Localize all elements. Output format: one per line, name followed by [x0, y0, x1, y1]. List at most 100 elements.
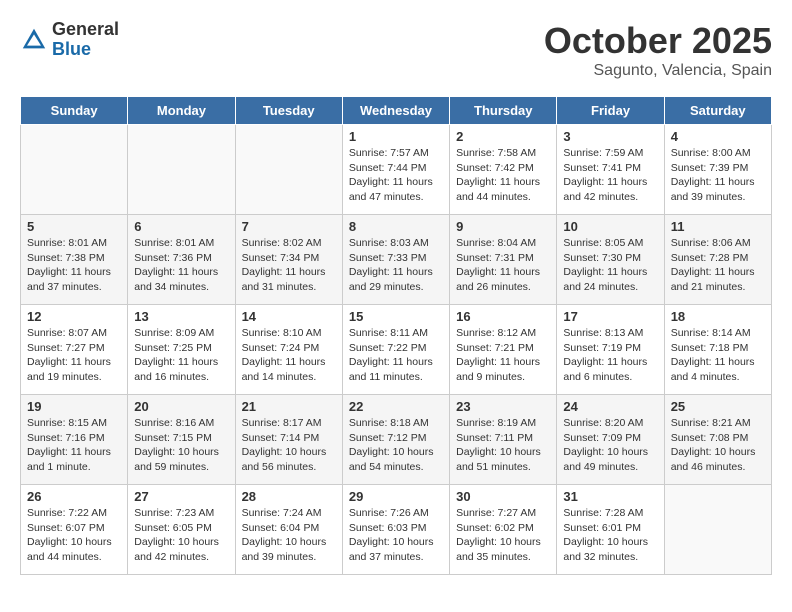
logo-blue-text: Blue: [52, 40, 119, 60]
logo: General Blue: [20, 20, 119, 60]
day-info: Sunrise: 7:28 AM Sunset: 6:01 PM Dayligh…: [563, 506, 657, 565]
calendar-cell: [21, 125, 128, 215]
day-info: Sunrise: 8:19 AM Sunset: 7:11 PM Dayligh…: [456, 416, 550, 475]
calendar-cell: 30 Sunrise: 7:27 AM Sunset: 6:02 PM Dayli…: [450, 485, 557, 575]
day-number: 25: [671, 399, 765, 414]
day-number: 4: [671, 129, 765, 144]
day-info: Sunrise: 8:12 AM Sunset: 7:21 PM Dayligh…: [456, 326, 550, 385]
calendar-cell: 12Sunrise: 8:07 AM Sunset: 7:27 PM Dayli…: [21, 305, 128, 395]
calendar-cell: 15 Sunrise: 8:11 AM Sunset: 7:22 PM Dayli…: [342, 305, 449, 395]
calendar-cell: 10 Sunrise: 8:05 AM Sunset: 7:30 PM Dayli…: [557, 215, 664, 305]
day-info: Sunrise: 8:07 AM Sunset: 7:27 PM Dayligh…: [27, 326, 121, 385]
calendar-cell: 20Sunrise: 8:16 AM Sunset: 7:15 PM Dayli…: [128, 395, 235, 485]
page-header: General Blue October 2025 Sagunto, Valen…: [20, 20, 772, 80]
calendar-cell: 23 Sunrise: 8:19 AM Sunset: 7:11 PM Dayli…: [450, 395, 557, 485]
day-info: Sunrise: 8:04 AM Sunset: 7:31 PM Dayligh…: [456, 236, 550, 295]
calendar-cell: [664, 485, 771, 575]
calendar-cell: 14 Sunrise: 8:10 AM Sunset: 7:24 PM Dayli…: [235, 305, 342, 395]
calendar-cell: 17Sunrise: 8:13 AM Sunset: 7:19 PM Dayli…: [557, 305, 664, 395]
day-number: 31: [563, 489, 657, 504]
calendar-table: SundayMondayTuesdayWednesdayThursdayFrid…: [20, 96, 772, 575]
calendar-cell: 1 Sunrise: 7:57 AM Sunset: 7:44 PM Daylig…: [342, 125, 449, 215]
calendar-cell: 29Sunrise: 7:26 AM Sunset: 6:03 PM Dayli…: [342, 485, 449, 575]
day-number: 17: [563, 309, 657, 324]
calendar-cell: 5 Sunrise: 8:01 AM Sunset: 7:38 PM Daylig…: [21, 215, 128, 305]
day-number: 22: [349, 399, 443, 414]
day-number: 28: [242, 489, 336, 504]
day-info: Sunrise: 7:24 AM Sunset: 6:04 PM Dayligh…: [242, 506, 336, 565]
day-info: Sunrise: 8:20 AM Sunset: 7:09 PM Dayligh…: [563, 416, 657, 475]
day-info: Sunrise: 8:21 AM Sunset: 7:08 PM Dayligh…: [671, 416, 765, 475]
month-title: October 2025: [544, 20, 772, 62]
day-info: Sunrise: 8:06 AM Sunset: 7:28 PM Dayligh…: [671, 236, 765, 295]
calendar-cell: 25 Sunrise: 8:21 AM Sunset: 7:08 PM Dayli…: [664, 395, 771, 485]
day-number: 2: [456, 129, 550, 144]
day-number: 1: [349, 129, 443, 144]
calendar-header: SundayMondayTuesdayWednesdayThursdayFrid…: [21, 97, 772, 125]
day-info: Sunrise: 7:22 AM Sunset: 6:07 PM Dayligh…: [27, 506, 121, 565]
calendar-cell: 21Sunrise: 8:17 AM Sunset: 7:14 PM Dayli…: [235, 395, 342, 485]
calendar-cell: 3Sunrise: 7:59 AM Sunset: 7:41 PM Daylig…: [557, 125, 664, 215]
day-info: Sunrise: 8:02 AM Sunset: 7:34 PM Dayligh…: [242, 236, 336, 295]
day-info: Sunrise: 8:03 AM Sunset: 7:33 PM Dayligh…: [349, 236, 443, 295]
calendar-cell: 9 Sunrise: 8:04 AM Sunset: 7:31 PM Daylig…: [450, 215, 557, 305]
day-of-week-header: Tuesday: [235, 97, 342, 125]
calendar-week-row: 12Sunrise: 8:07 AM Sunset: 7:27 PM Dayli…: [21, 305, 772, 395]
day-number: 30: [456, 489, 550, 504]
day-number: 13: [134, 309, 228, 324]
day-info: Sunrise: 8:01 AM Sunset: 7:36 PM Dayligh…: [134, 236, 228, 295]
day-number: 11: [671, 219, 765, 234]
day-number: 23: [456, 399, 550, 414]
day-number: 5: [27, 219, 121, 234]
location: Sagunto, Valencia, Spain: [544, 62, 772, 80]
calendar-cell: 28 Sunrise: 7:24 AM Sunset: 6:04 PM Dayli…: [235, 485, 342, 575]
calendar-week-row: 19Sunrise: 8:15 AM Sunset: 7:16 PM Dayli…: [21, 395, 772, 485]
day-info: Sunrise: 8:11 AM Sunset: 7:22 PM Dayligh…: [349, 326, 443, 385]
day-info: Sunrise: 8:05 AM Sunset: 7:30 PM Dayligh…: [563, 236, 657, 295]
day-info: Sunrise: 8:18 AM Sunset: 7:12 PM Dayligh…: [349, 416, 443, 475]
day-info: Sunrise: 7:23 AM Sunset: 6:05 PM Dayligh…: [134, 506, 228, 565]
day-info: Sunrise: 8:10 AM Sunset: 7:24 PM Dayligh…: [242, 326, 336, 385]
day-number: 24: [563, 399, 657, 414]
day-number: 27: [134, 489, 228, 504]
logo-icon: [20, 26, 48, 54]
day-info: Sunrise: 7:59 AM Sunset: 7:41 PM Dayligh…: [563, 146, 657, 205]
day-number: 16: [456, 309, 550, 324]
calendar-cell: 27 Sunrise: 7:23 AM Sunset: 6:05 PM Dayli…: [128, 485, 235, 575]
logo-general-text: General: [52, 20, 119, 40]
day-number: 26: [27, 489, 121, 504]
calendar-cell: 4Sunrise: 8:00 AM Sunset: 7:39 PM Daylig…: [664, 125, 771, 215]
day-info: Sunrise: 8:14 AM Sunset: 7:18 PM Dayligh…: [671, 326, 765, 385]
calendar-cell: 11 Sunrise: 8:06 AM Sunset: 7:28 PM Dayli…: [664, 215, 771, 305]
day-number: 6: [134, 219, 228, 234]
calendar-cell: [235, 125, 342, 215]
day-of-week-header: Wednesday: [342, 97, 449, 125]
calendar-cell: 22 Sunrise: 8:18 AM Sunset: 7:12 PM Dayli…: [342, 395, 449, 485]
day-number: 15: [349, 309, 443, 324]
day-number: 18: [671, 309, 765, 324]
day-number: 10: [563, 219, 657, 234]
calendar-cell: 13 Sunrise: 8:09 AM Sunset: 7:25 PM Dayli…: [128, 305, 235, 395]
day-number: 14: [242, 309, 336, 324]
day-info: Sunrise: 8:16 AM Sunset: 7:15 PM Dayligh…: [134, 416, 228, 475]
day-number: 29: [349, 489, 443, 504]
calendar-cell: 2Sunrise: 7:58 AM Sunset: 7:42 PM Daylig…: [450, 125, 557, 215]
day-info: Sunrise: 7:57 AM Sunset: 7:44 PM Dayligh…: [349, 146, 443, 205]
day-info: Sunrise: 8:01 AM Sunset: 7:38 PM Dayligh…: [27, 236, 121, 295]
calendar-cell: 26 Sunrise: 7:22 AM Sunset: 6:07 PM Dayli…: [21, 485, 128, 575]
day-info: Sunrise: 7:27 AM Sunset: 6:02 PM Dayligh…: [456, 506, 550, 565]
day-number: 7: [242, 219, 336, 234]
day-info: Sunrise: 8:09 AM Sunset: 7:25 PM Dayligh…: [134, 326, 228, 385]
calendar-cell: 8 Sunrise: 8:03 AM Sunset: 7:33 PM Daylig…: [342, 215, 449, 305]
day-number: 21: [242, 399, 336, 414]
calendar-body: 1 Sunrise: 7:57 AM Sunset: 7:44 PM Daylig…: [21, 125, 772, 575]
day-of-week-header: Monday: [128, 97, 235, 125]
day-of-week-header: Friday: [557, 97, 664, 125]
day-of-week-header: Saturday: [664, 97, 771, 125]
calendar-cell: 18 Sunrise: 8:14 AM Sunset: 7:18 PM Dayli…: [664, 305, 771, 395]
day-number: 9: [456, 219, 550, 234]
calendar-cell: 7 Sunrise: 8:02 AM Sunset: 7:34 PM Daylig…: [235, 215, 342, 305]
day-info: Sunrise: 8:15 AM Sunset: 7:16 PM Dayligh…: [27, 416, 121, 475]
day-number: 8: [349, 219, 443, 234]
calendar-week-row: 1 Sunrise: 7:57 AM Sunset: 7:44 PM Daylig…: [21, 125, 772, 215]
